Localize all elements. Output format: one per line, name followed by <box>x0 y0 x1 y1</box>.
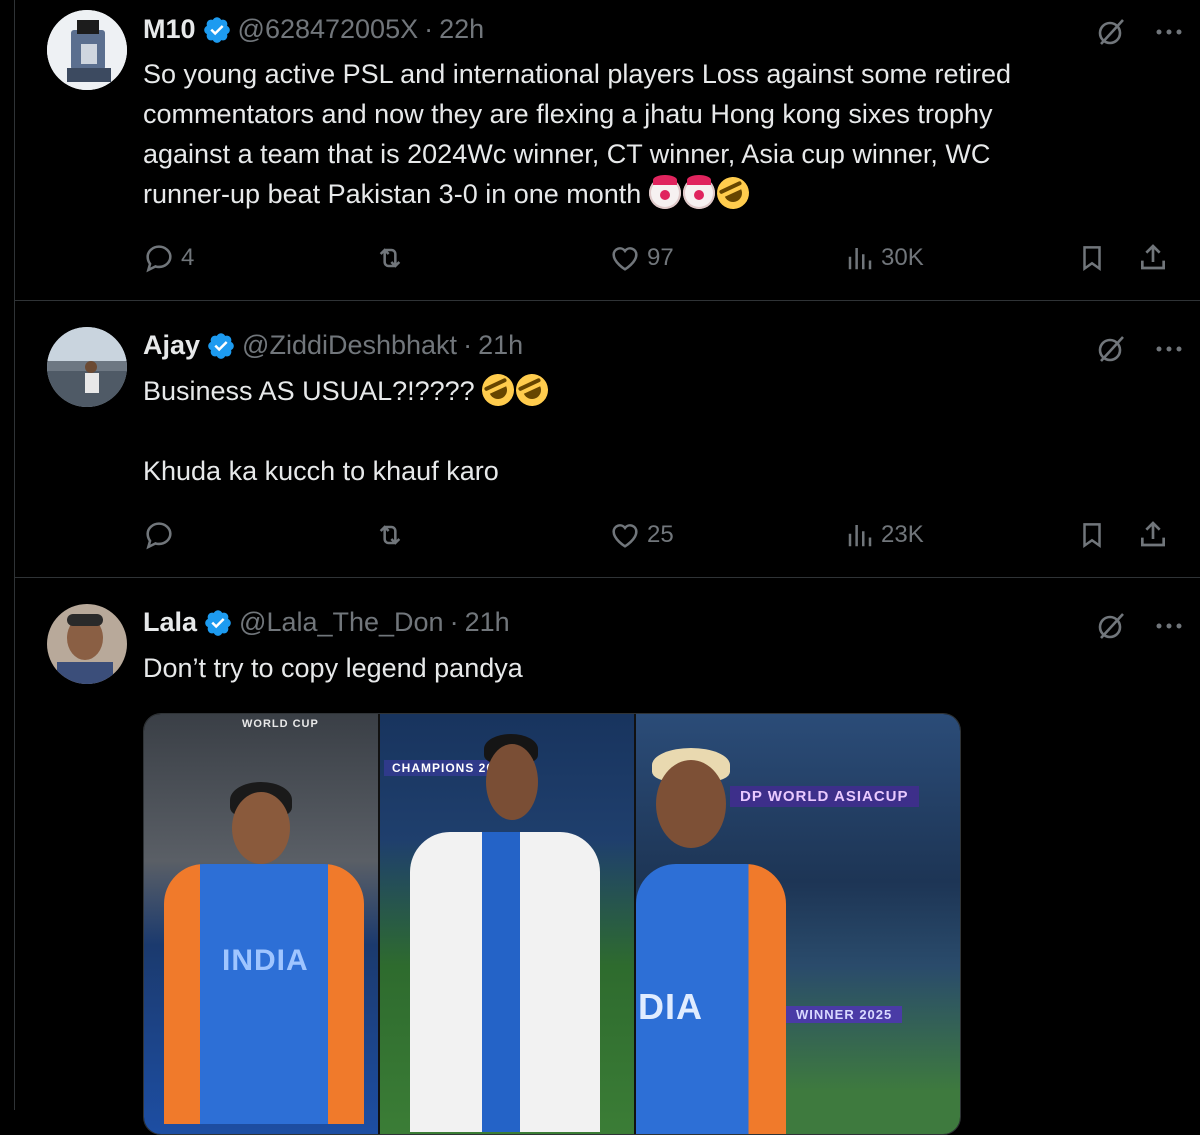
views-count: 23K <box>881 521 924 548</box>
tweet-m10[interactable]: M10 @628472005X · 22h So young active PS… <box>15 0 1200 301</box>
repost-icon <box>379 525 401 545</box>
separator: · <box>463 330 473 360</box>
author-name[interactable]: M10 <box>143 14 196 45</box>
reply-count: 4 <box>181 244 195 271</box>
rofl-face-emoji <box>476 368 520 412</box>
grok-icon[interactable] <box>1095 333 1127 365</box>
more-icon[interactable] <box>1155 621 1183 631</box>
views-icon <box>848 525 872 547</box>
like-icon <box>612 524 638 548</box>
grok-icon[interactable] <box>1095 610 1127 642</box>
clown-face-emoji <box>682 175 715 209</box>
views-count: 30K <box>881 244 924 271</box>
bookmark-button[interactable] <box>1077 242 1137 274</box>
like-count: 97 <box>647 244 674 271</box>
white-blazer <box>410 832 600 1132</box>
avatar[interactable] <box>47 10 127 90</box>
reply-icon <box>146 522 172 550</box>
repost-button[interactable] <box>373 242 609 274</box>
share-button[interactable] <box>1137 242 1169 274</box>
avatar[interactable] <box>47 604 127 684</box>
author-name[interactable]: Lala <box>143 607 197 638</box>
timestamp[interactable]: 21h <box>478 330 523 361</box>
media-banner: DIA <box>638 986 703 1027</box>
person-head <box>656 760 726 848</box>
avatar-image <box>47 604 127 684</box>
separator: · <box>449 607 459 637</box>
tweet-line: Don’t try to copy legend pandya <box>143 653 523 683</box>
reply-button[interactable]: 4 <box>143 242 373 274</box>
verified-badge-icon <box>202 15 232 45</box>
clown-face-emoji <box>648 175 681 209</box>
views-button[interactable]: 30K <box>845 243 1077 273</box>
rofl-face-emoji <box>711 171 755 215</box>
share-icon <box>1141 521 1165 547</box>
rofl-face-emoji <box>510 368 554 412</box>
bookmark-button[interactable] <box>1077 519 1137 551</box>
person-head <box>232 792 290 864</box>
separator: · <box>424 14 434 44</box>
jersey <box>164 864 364 1124</box>
author-handle[interactable]: @ZiddiDeshbhakt <box>242 330 457 361</box>
author-name[interactable]: Ajay <box>143 330 200 361</box>
reply-icon <box>146 245 172 273</box>
like-count: 25 <box>647 521 674 548</box>
grok-icon[interactable] <box>1095 16 1127 48</box>
media-banner: WINNER 2025 <box>786 1006 903 1023</box>
author-handle[interactable]: @628472005X <box>238 14 419 45</box>
tweet-line: commentators and now they are flexing a … <box>143 99 993 129</box>
share-button[interactable] <box>1137 519 1169 551</box>
timeline: M10 @628472005X · 22h So young active PS… <box>14 0 1200 1135</box>
avatar-image <box>47 10 127 90</box>
timestamp[interactable]: 22h <box>439 14 484 45</box>
tweet-line: runner-up beat Pakistan 3-0 in one month <box>143 179 642 209</box>
reply-button[interactable] <box>143 519 373 551</box>
author-handle[interactable]: @Lala_The_Don <box>239 607 444 638</box>
media-banner: DP WORLD ASIACUP <box>730 786 919 807</box>
media-banner: INDIA <box>222 944 309 977</box>
repost-button[interactable] <box>373 519 609 551</box>
views-button[interactable]: 23K <box>845 520 1077 550</box>
timestamp[interactable]: 21h <box>465 607 510 638</box>
share-icon <box>1141 244 1165 270</box>
tweet-media[interactable]: WORLD CUP INDIA CHAMPIONS 202 DP WORLD A… <box>143 713 961 1135</box>
verified-badge-icon <box>203 608 233 638</box>
tweet-line: against a team that is 2024Wc winner, CT… <box>143 139 991 169</box>
like-button[interactable]: 97 <box>609 242 845 274</box>
bookmark-icon <box>1083 523 1101 549</box>
verified-badge-icon <box>206 331 236 361</box>
tweet-text: Business AS USUAL?!???? Khuda ka kucch t… <box>143 368 1153 491</box>
views-icon <box>848 248 872 270</box>
tweet-line: So young active PSL and international pl… <box>143 59 1012 89</box>
tweet-ajay[interactable]: Ajay @ZiddiDeshbhakt · 21h Business AS U… <box>15 301 1200 578</box>
media-panel-worldcup: WORLD CUP INDIA <box>144 714 378 1134</box>
tweet-text: So young active PSL and international pl… <box>143 54 1153 215</box>
bookmark-icon <box>1083 246 1101 272</box>
person-head <box>486 744 538 820</box>
more-icon[interactable] <box>1155 27 1183 37</box>
tweet-line <box>143 411 1153 451</box>
avatar-image <box>47 327 127 407</box>
tweet-line: Business AS USUAL?!???? <box>143 376 475 406</box>
tweet-text: Don’t try to copy legend pandya <box>143 648 1153 688</box>
like-button[interactable]: 25 <box>609 519 845 551</box>
tweet-line: Khuda ka kucch to khauf karo <box>143 456 499 486</box>
like-icon <box>612 247 638 271</box>
avatar[interactable] <box>47 327 127 407</box>
media-panel-asiacup: DP WORLD ASIACUP WINNER 2025 DIA <box>634 714 960 1134</box>
repost-icon <box>379 248 401 268</box>
media-panel-champions: CHAMPIONS 202 <box>378 714 634 1134</box>
more-icon[interactable] <box>1155 344 1183 354</box>
media-banner: WORLD CUP <box>242 718 319 730</box>
